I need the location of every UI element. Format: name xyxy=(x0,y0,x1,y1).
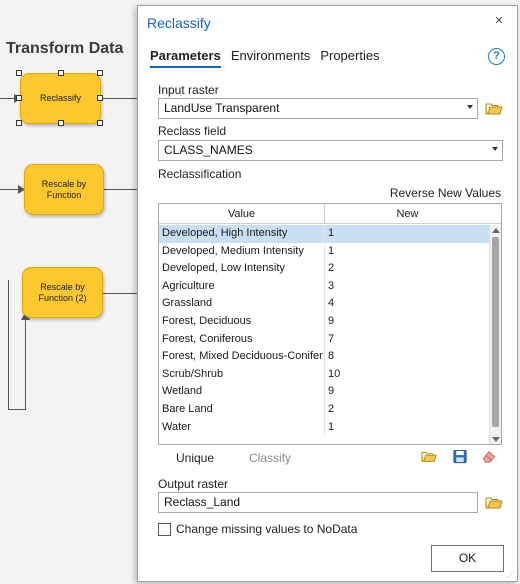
selection-handle[interactable] xyxy=(16,70,22,76)
cell-new[interactable]: 7 xyxy=(325,331,491,349)
selection-handle[interactable] xyxy=(97,70,103,76)
table-row[interactable]: Forest, Deciduous 9 xyxy=(159,312,491,331)
node-label: Reclassify xyxy=(39,93,81,103)
node-label: Rescale by Function xyxy=(41,178,87,200)
cell-new[interactable]: 8 xyxy=(325,348,491,366)
connector-line xyxy=(25,318,26,410)
table-row[interactable]: Forest, Mixed Deciduous-Conifer 8 xyxy=(159,348,491,366)
column-header-new[interactable]: New xyxy=(325,204,490,223)
load-folder-icon[interactable] xyxy=(421,449,437,464)
node-rescale-by-function[interactable]: Rescale by Function xyxy=(24,164,104,215)
selection-handle[interactable] xyxy=(16,120,22,126)
chevron-down-icon xyxy=(467,105,473,109)
output-raster-input[interactable]: Reclass_Land xyxy=(158,492,478,513)
cell-new[interactable]: 9 xyxy=(325,383,491,401)
cell-value: Wetland xyxy=(159,383,325,401)
table-row[interactable]: Forest, Coniferous 7 xyxy=(159,330,491,349)
resize-grip-icon[interactable]: ⋰ xyxy=(507,570,515,579)
reclass-field-label: Reclass field xyxy=(158,124,227,138)
table-body: Developed, High Intensity 1 Developed, Me… xyxy=(159,225,491,437)
column-header-value[interactable]: Value xyxy=(159,204,325,223)
cell-value: Scrub/Shrub xyxy=(159,365,325,384)
cell-value: Forest, Deciduous xyxy=(159,312,325,331)
ok-button[interactable]: OK xyxy=(431,545,504,572)
folder-open-icon[interactable] xyxy=(485,101,503,116)
missing-values-label[interactable]: Change missing values to NoData xyxy=(176,522,357,536)
close-button[interactable]: × xyxy=(491,13,507,29)
cell-value: Developed, Medium Intensity xyxy=(159,242,325,261)
table-row[interactable]: Wetland 9 xyxy=(159,383,491,401)
tab-bar: Parameters Environments Properties xyxy=(150,48,380,68)
table-row[interactable]: Developed, Medium Intensity 1 xyxy=(159,242,491,261)
missing-values-checkbox[interactable] xyxy=(158,523,171,536)
dialog-title: Reclassify xyxy=(147,15,211,31)
scroll-up-icon[interactable] xyxy=(492,228,500,233)
table-row[interactable]: Water 1 xyxy=(159,418,491,437)
folder-open-icon[interactable] xyxy=(485,495,503,510)
scrollbar-thumb[interactable] xyxy=(492,237,499,427)
cell-new[interactable]: 2 xyxy=(325,260,491,278)
table-row[interactable]: Agriculture 3 xyxy=(159,277,491,296)
connector-line xyxy=(8,409,26,410)
cell-value: Water xyxy=(159,418,325,437)
cell-value: Agriculture xyxy=(159,277,325,296)
chevron-down-icon xyxy=(492,147,498,151)
selection-handle[interactable] xyxy=(58,120,64,126)
node-reclassify[interactable]: Reclassify xyxy=(20,73,101,124)
selection-handle[interactable] xyxy=(58,70,64,76)
cell-value: Developed, Low Intensity xyxy=(159,260,325,278)
selection-handle[interactable] xyxy=(97,95,103,101)
connector-line xyxy=(101,98,137,99)
cell-new[interactable]: 1 xyxy=(325,225,491,243)
eraser-icon[interactable] xyxy=(481,449,497,464)
tab-properties[interactable]: Properties xyxy=(320,48,379,68)
cell-value: Developed, High Intensity xyxy=(159,225,325,243)
connector-line xyxy=(103,293,137,294)
classify-button[interactable]: Classify xyxy=(249,451,291,465)
table-row[interactable]: Bare Land 2 xyxy=(159,400,491,419)
cell-value: Forest, Mixed Deciduous-Conifer xyxy=(159,348,325,366)
cell-new[interactable]: 1 xyxy=(325,419,491,437)
cell-value: Grassland xyxy=(159,295,325,313)
table-row[interactable]: Grassland 4 xyxy=(159,295,491,313)
input-raster-label: Input raster xyxy=(158,83,219,97)
cell-new[interactable]: 3 xyxy=(325,278,491,296)
table-header: Value New xyxy=(159,204,501,224)
scroll-down-icon[interactable] xyxy=(492,437,500,442)
cell-new[interactable]: 2 xyxy=(325,401,491,419)
tab-environments[interactable]: Environments xyxy=(231,48,310,68)
selection-handle[interactable] xyxy=(97,120,103,126)
table-scrollbar[interactable] xyxy=(489,225,501,444)
cell-value: Bare Land xyxy=(159,400,325,419)
unique-button[interactable]: Unique xyxy=(176,451,214,465)
output-raster-value: Reclass_Land xyxy=(164,495,241,509)
reclassification-label: Reclassification xyxy=(158,167,242,181)
save-icon[interactable] xyxy=(452,449,468,464)
cell-new[interactable]: 10 xyxy=(325,366,491,384)
reclassification-table[interactable]: Value New Developed, High Intensity 1 Dev… xyxy=(158,203,502,445)
reclass-field-value: CLASS_NAMES xyxy=(164,143,253,157)
output-raster-label: Output raster xyxy=(158,477,229,491)
cell-value: Forest, Coniferous xyxy=(159,330,325,349)
table-row[interactable]: Developed, Low Intensity 2 xyxy=(159,260,491,278)
connector-line xyxy=(8,280,9,410)
cell-new[interactable]: 1 xyxy=(325,243,491,261)
cell-new[interactable]: 9 xyxy=(325,313,491,331)
tab-parameters[interactable]: Parameters xyxy=(150,48,221,68)
help-icon[interactable]: ? xyxy=(488,48,505,65)
reclassify-dialog: Reclassify × Parameters Environments Pro… xyxy=(137,5,518,582)
table-row[interactable]: Scrub/Shrub 10 xyxy=(159,365,491,384)
cell-new[interactable]: 4 xyxy=(325,295,491,313)
input-raster-value: LandUse Transparent xyxy=(164,101,280,115)
selection-handle[interactable] xyxy=(16,95,22,101)
reverse-new-values-button[interactable]: Reverse New Values xyxy=(390,186,501,200)
node-rescale-by-function-2[interactable]: Rescale by Function (2) xyxy=(22,267,103,318)
canvas-title: Transform Data xyxy=(6,40,124,57)
input-raster-dropdown[interactable]: LandUse Transparent xyxy=(158,98,478,119)
node-label: Rescale by Function (2) xyxy=(38,281,87,303)
reclass-field-dropdown[interactable]: CLASS_NAMES xyxy=(158,140,503,161)
table-row[interactable]: Developed, High Intensity 1 xyxy=(159,225,491,243)
connector-line xyxy=(104,189,137,190)
